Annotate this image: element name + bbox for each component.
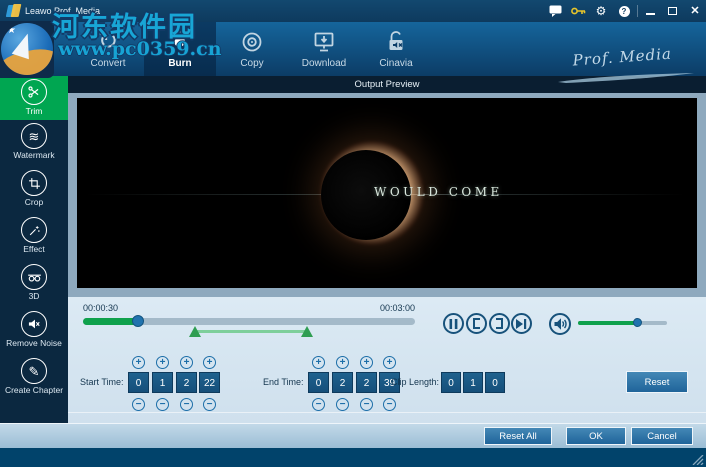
set-end-bracket-button[interactable] <box>489 313 510 334</box>
disc-icon <box>216 27 288 57</box>
scissors-icon <box>21 79 47 105</box>
trim-range-line <box>195 330 308 333</box>
trim-start-marker[interactable] <box>189 326 201 337</box>
burn-flame-icon <box>144 27 216 57</box>
help-icon[interactable]: ? <box>616 4 632 18</box>
sidebar-item-trim[interactable]: Trim <box>0 76 68 120</box>
volume-fill <box>578 321 637 325</box>
start-h-minus-button[interactable]: − <box>132 398 145 411</box>
start-s-minus-button[interactable]: − <box>180 398 193 411</box>
sidebar-item-watermark[interactable]: ≋ Watermark <box>0 120 68 165</box>
end-s-minus-button[interactable]: − <box>360 398 373 411</box>
minimize-button[interactable] <box>642 4 658 18</box>
elapsed-time: 00:00:30 <box>83 303 119 313</box>
end-h-plus-button[interactable]: + <box>312 356 325 369</box>
nav-tab-copy[interactable]: Copy <box>216 22 288 76</box>
nav-tab-convert[interactable]: ↻ Convert <box>72 22 144 76</box>
trim-end-marker[interactable] <box>301 326 313 337</box>
end-m-minus-button[interactable]: − <box>336 398 349 411</box>
start-time-field-h[interactable]: 0 <box>128 372 149 393</box>
video-canvas[interactable]: WOULD COME <box>77 98 697 288</box>
end-time-field-m[interactable]: 2 <box>332 372 353 393</box>
feedback-icon[interactable] <box>547 4 563 18</box>
cancel-button[interactable]: Cancel <box>631 427 693 445</box>
nav-tab-burn[interactable]: Burn <box>144 22 216 76</box>
start-m-minus-button[interactable]: − <box>156 398 169 411</box>
end-f-minus-button[interactable]: − <box>383 398 396 411</box>
close-button[interactable]: ✕ <box>687 4 703 18</box>
sidebar-item-create-chapter[interactable]: ✎ Create Chapter <box>0 355 68 400</box>
volume-slider[interactable] <box>578 321 667 325</box>
end-time-field-h[interactable]: 0 <box>308 372 329 393</box>
end-h-minus-button[interactable]: − <box>312 398 325 411</box>
crop-icon <box>21 170 47 196</box>
end-m-plus-button[interactable]: + <box>336 356 349 369</box>
key-icon[interactable] <box>570 4 586 18</box>
set-start-bracket-button[interactable] <box>466 313 487 334</box>
magic-wand-icon <box>21 217 47 243</box>
end-time-label: End Time: <box>263 377 304 387</box>
video-caption: WOULD COME <box>374 185 503 199</box>
clip-length-label: Clip Length: <box>391 377 440 387</box>
3d-glasses-icon <box>21 264 47 290</box>
resize-grip[interactable] <box>692 455 704 465</box>
end-s-plus-button[interactable]: + <box>360 356 373 369</box>
convert-icon: ↻ <box>97 28 119 55</box>
start-time-label: Start Time: <box>80 377 124 387</box>
start-s-plus-button[interactable]: + <box>180 356 193 369</box>
end-f-plus-button[interactable]: + <box>383 356 396 369</box>
sidebar-item-crop[interactable]: Crop <box>0 167 68 212</box>
sidebar-item-effect[interactable]: Effect <box>0 214 68 259</box>
status-footer <box>0 448 706 467</box>
maximize-button[interactable] <box>664 4 680 18</box>
main-nav: Home ↻ Convert Burn Copy Download Cinavi… <box>0 22 706 83</box>
sidebar-item-remove-noise[interactable]: Remove Noise <box>0 308 68 353</box>
panel-bottom-highlight <box>68 412 706 413</box>
pause-button[interactable] <box>443 313 464 334</box>
start-f-plus-button[interactable]: + <box>203 356 216 369</box>
nav-tab-home[interactable]: Home <box>0 22 72 76</box>
edit-sidebar: Trim ≋ Watermark Crop Effect 3D Remove N… <box>0 76 68 423</box>
end-time-field-s[interactable]: 2 <box>356 372 377 393</box>
start-time-field-m[interactable]: 1 <box>152 372 173 393</box>
home-icon <box>0 27 72 57</box>
brand-swoosh <box>556 72 696 84</box>
start-h-plus-button[interactable]: + <box>132 356 145 369</box>
clip-length-field-h[interactable]: 0 <box>441 372 461 393</box>
title-bar: Leawo Prof. Media ⚙ ? ✕ <box>0 0 706 22</box>
download-icon <box>288 27 360 57</box>
seek-bar-fill <box>83 318 138 325</box>
mute-speaker-icon <box>21 311 47 337</box>
ok-button[interactable]: OK <box>566 427 626 445</box>
clip-length-field-m[interactable]: 1 <box>463 372 483 393</box>
sidebar-item-3d[interactable]: 3D <box>0 261 68 306</box>
start-f-minus-button[interactable]: − <box>203 398 216 411</box>
clip-length-field-s[interactable]: 0 <box>485 372 505 393</box>
volume-button[interactable] <box>549 313 571 335</box>
start-m-plus-button[interactable]: + <box>156 356 169 369</box>
waves-icon: ≋ <box>21 123 47 149</box>
start-time-field-s[interactable]: 2 <box>176 372 197 393</box>
next-frame-button[interactable] <box>511 313 532 334</box>
start-time-field-f[interactable]: 22 <box>199 372 220 393</box>
volume-handle[interactable] <box>633 318 642 327</box>
total-time: 00:03:00 <box>379 303 415 313</box>
cinavia-lock-icon <box>360 27 432 57</box>
app-window: Leawo Prof. Media ⚙ ? ✕ Home ↻ Convert B… <box>0 0 706 467</box>
titlebar-separator <box>637 5 638 17</box>
app-title: Leawo Prof. Media <box>25 6 101 16</box>
reset-all-button[interactable]: Reset All <box>484 427 552 445</box>
seek-handle[interactable] <box>132 315 144 327</box>
nav-tab-cinavia[interactable]: Cinavia <box>360 22 432 76</box>
nav-tab-download[interactable]: Download <box>288 22 360 76</box>
settings-gear-icon[interactable]: ⚙ <box>593 4 609 18</box>
chapter-pencil-icon: ✎ <box>21 358 47 384</box>
reset-button[interactable]: Reset <box>626 371 688 393</box>
app-logo-icon <box>5 4 22 18</box>
